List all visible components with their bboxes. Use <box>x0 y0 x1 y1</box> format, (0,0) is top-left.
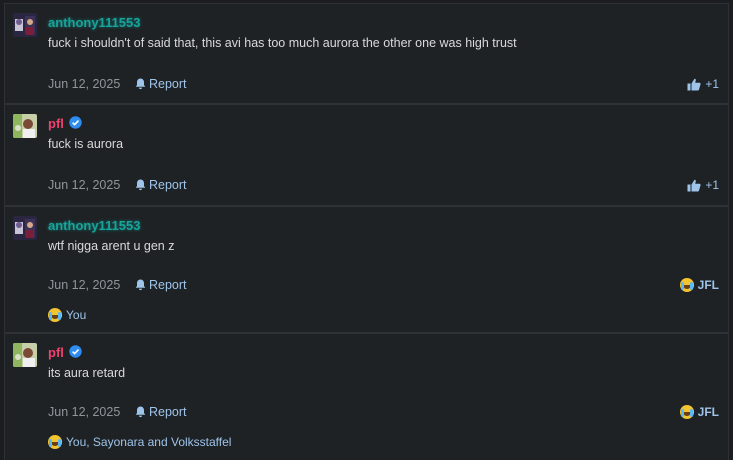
report-button[interactable]: Report <box>135 76 187 92</box>
reaction-summary[interactable]: +1 <box>687 76 719 92</box>
post: pfl its aura retard Jun 12, 2025 Report … <box>4 333 729 460</box>
username[interactable]: pfl <box>48 116 64 132</box>
reaction-count: +1 <box>705 178 719 192</box>
report-label: Report <box>149 178 187 192</box>
bell-icon <box>135 78 146 90</box>
reaction-count: +1 <box>705 77 719 91</box>
username[interactable]: pfl <box>48 345 64 361</box>
reactors-text: You, Sayonara and Volksstaffel <box>66 435 232 449</box>
bell-icon <box>135 279 146 291</box>
avatar[interactable] <box>13 216 37 240</box>
verified-badge-icon <box>69 345 82 358</box>
laughing-crying-emoji-icon <box>679 405 694 419</box>
post-date[interactable]: Jun 12, 2025 <box>48 404 120 420</box>
post-message: its aura retard <box>48 366 126 380</box>
avatar[interactable] <box>13 13 37 37</box>
post-date[interactable]: Jun 12, 2025 <box>48 177 120 193</box>
report-label: Report <box>149 278 187 292</box>
laughing-crying-emoji-icon <box>48 435 62 449</box>
reaction-summary[interactable]: +1 <box>687 177 719 193</box>
laughing-crying-emoji-icon <box>48 308 62 322</box>
post-message: fuck i shouldn't of said that, this avi … <box>48 36 517 50</box>
report-button[interactable]: Report <box>135 277 187 293</box>
report-label: Report <box>149 77 187 91</box>
post: pfl fuck is aurora Jun 12, 2025 Report +… <box>4 104 729 206</box>
reactors-text: You <box>66 308 87 322</box>
post-message: fuck is aurora <box>48 137 124 151</box>
post-message: wtf nigga arent u gen z <box>48 239 175 253</box>
reactors-list[interactable]: You, Sayonara and Volksstaffel <box>48 434 231 450</box>
avatar[interactable] <box>13 343 37 367</box>
username[interactable]: anthony111553 <box>48 15 141 31</box>
avatar[interactable] <box>13 114 37 138</box>
username[interactable]: anthony111553 <box>48 218 141 234</box>
reaction-summary[interactable]: JFL <box>679 277 719 293</box>
reaction-label: JFL <box>697 405 719 419</box>
reactors-list[interactable]: You <box>48 307 86 323</box>
thread: anthony111553 fuck i shouldn't of said t… <box>0 0 733 460</box>
verified-badge-icon <box>69 116 82 129</box>
report-button[interactable]: Report <box>135 404 187 420</box>
bell-icon <box>135 179 146 191</box>
post: anthony111553 fuck i shouldn't of said t… <box>4 3 729 104</box>
post-date[interactable]: Jun 12, 2025 <box>48 76 120 92</box>
post-date[interactable]: Jun 12, 2025 <box>48 277 120 293</box>
report-button[interactable]: Report <box>135 177 187 193</box>
post: anthony111553 wtf nigga arent u gen z Ju… <box>4 206 729 333</box>
report-label: Report <box>149 405 187 419</box>
reaction-summary[interactable]: JFL <box>679 404 719 420</box>
bell-icon <box>135 406 146 418</box>
thumbs-up-icon <box>687 179 701 191</box>
laughing-crying-emoji-icon <box>679 278 694 292</box>
reaction-label: JFL <box>697 278 719 292</box>
thumbs-up-icon <box>687 78 701 90</box>
